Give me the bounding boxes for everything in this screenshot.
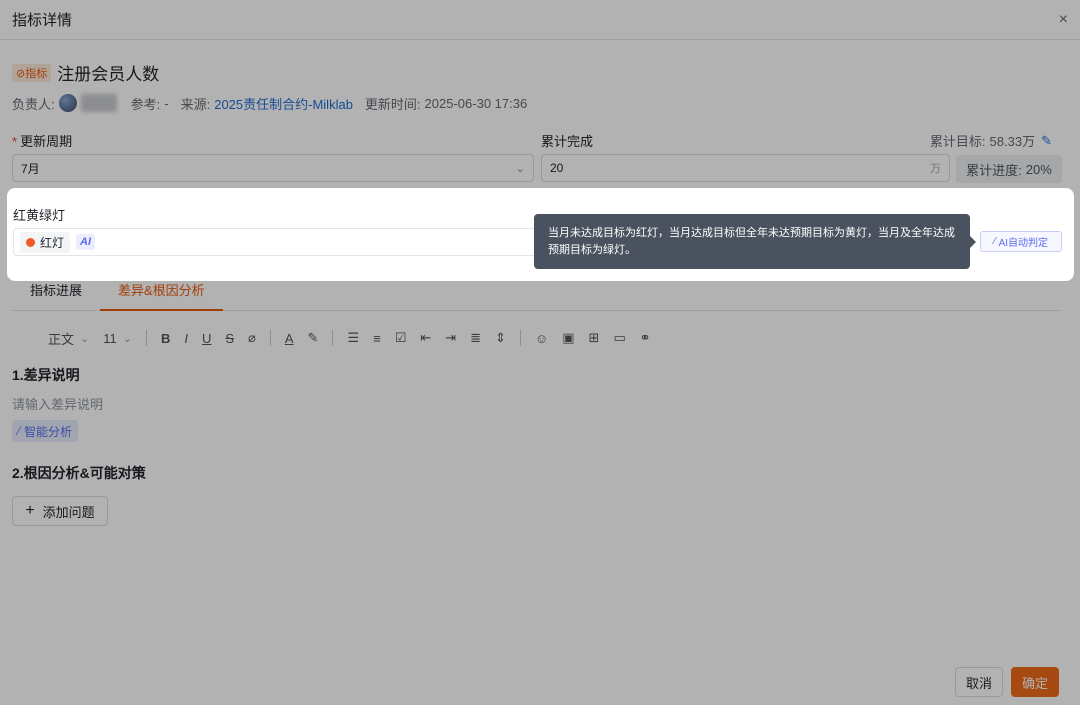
- align-icon[interactable]: ≣: [470, 330, 481, 346]
- tab-bar: 指标进展 差异&根因分析: [12, 281, 1062, 311]
- diff-input[interactable]: 请输入差异说明: [12, 394, 103, 413]
- red-dot-icon: [26, 237, 35, 247]
- progress-label: 累计进度:: [966, 162, 1022, 178]
- cumulative-target: 累计目标: 58.33万 ✎: [930, 131, 1052, 150]
- checkbox-icon[interactable]: ☑: [395, 330, 407, 346]
- chevron-down-icon: ⌄: [122, 332, 132, 345]
- toolbar-divider: [332, 330, 334, 346]
- source-label: 来源:: [180, 96, 211, 112]
- line-height-icon[interactable]: ⇕: [495, 330, 506, 346]
- reference-value: -: [164, 95, 169, 111]
- cumulative-progress: 累计进度: 20%: [956, 155, 1062, 183]
- cumulative-input[interactable]: 20 万: [541, 154, 950, 182]
- text-style-select[interactable]: 正文: [48, 329, 74, 348]
- toolbar-divider: [145, 330, 147, 346]
- folder-icon[interactable]: ▭: [613, 330, 625, 346]
- period-select[interactable]: 7月 ⌄: [12, 154, 534, 182]
- font-color-icon[interactable]: A: [285, 331, 294, 346]
- required-mark: *: [12, 134, 18, 149]
- metric-meta-row: 负责人: 参考: - 来源: 2025责任制合约-Milklab 更新时间: 2…: [12, 93, 527, 113]
- add-question-button[interactable]: + 添加问题: [12, 496, 108, 526]
- clear-format-icon[interactable]: ⌀: [248, 330, 256, 346]
- status-label: 红灯: [40, 235, 65, 250]
- bullet-list-icon[interactable]: ☰: [347, 330, 359, 346]
- strikethrough-icon[interactable]: S: [225, 331, 234, 346]
- period-label: 更新周期: [20, 134, 73, 149]
- owner-label: 负责人:: [12, 96, 55, 112]
- outdent-icon[interactable]: ⇤: [420, 330, 431, 346]
- bold-icon[interactable]: B: [161, 331, 170, 346]
- metric-title-row: ⊘指标 注册会员人数: [12, 60, 159, 85]
- target-value: 58.33万: [989, 134, 1036, 149]
- updated-label: 更新时间:: [364, 96, 421, 112]
- traffic-light-field[interactable]: 红灯 AI: [13, 228, 543, 256]
- toolbar-divider: [519, 330, 521, 346]
- traffic-light-section: 红黄绿灯 红灯 AI 当月未达成目标为红灯，当月达成目标但全年未达预期目标为黄灯…: [7, 188, 1074, 281]
- emoji-icon[interactable]: ☺: [535, 331, 548, 346]
- dialog-header: 指标详情 ×: [0, 0, 1080, 40]
- tab-progress[interactable]: 指标进展: [12, 281, 100, 311]
- metric-tag: ⊘指标: [12, 63, 52, 82]
- highlight-icon[interactable]: ✎: [308, 330, 319, 346]
- italic-icon[interactable]: I: [184, 331, 188, 346]
- updated-value: 2025-06-30 17:36: [424, 95, 528, 111]
- owner-name-blurred: [80, 94, 117, 112]
- cancel-button[interactable]: 取消: [955, 667, 1003, 697]
- close-icon[interactable]: ×: [1059, 11, 1068, 29]
- chevron-down-icon: ⌄: [80, 332, 90, 345]
- smart-analysis-label: 智能分析: [24, 424, 73, 439]
- reference-label: 参考:: [130, 96, 161, 112]
- period-label-wrap: * 更新周期: [12, 131, 72, 150]
- numbered-list-icon[interactable]: ≡: [373, 331, 381, 346]
- smart-analysis-button[interactable]: ⁄ 智能分析: [12, 420, 79, 442]
- edit-icon[interactable]: ✎: [1041, 133, 1052, 149]
- cumulative-unit: 万: [930, 163, 941, 175]
- avatar: [58, 94, 77, 112]
- traffic-light-tooltip: 当月未达成目标为红灯，当月达成目标但全年未达预期目标为黄灯，当月及全年达成预期目…: [534, 214, 976, 269]
- cumulative-label: 累计完成: [541, 134, 594, 149]
- ai-auto-judge-label: AI自动判定: [998, 238, 1049, 249]
- dialog-title: 指标详情: [12, 12, 73, 29]
- source-link[interactable]: 2025责任制合约-Milklab: [214, 94, 353, 113]
- confirm-button[interactable]: 确定: [1011, 667, 1059, 697]
- progress-value: 20%: [1025, 161, 1052, 177]
- editor-toolbar: 正文 ⌄ 11 ⌄ B I U S ⌀ A ✎ ☰ ≡ ☑ ⇤ ⇥ ≣ ⇕ ☺ …: [36, 328, 665, 348]
- status-badge[interactable]: 红灯: [20, 231, 71, 253]
- font-size-select[interactable]: 11: [103, 331, 117, 346]
- underline-icon[interactable]: U: [202, 331, 211, 346]
- traffic-light-title: 红黄绿灯: [13, 208, 66, 223]
- metric-name: 注册会员人数: [57, 65, 160, 84]
- period-value: 7月: [21, 161, 40, 176]
- indent-icon[interactable]: ⇥: [445, 330, 456, 346]
- diff-section-title: 1.差异说明: [12, 367, 80, 383]
- target-label: 累计目标:: [929, 134, 986, 149]
- root-section-title: 2.根因分析&可能对策: [12, 465, 146, 481]
- magic-wand-icon: ⁄: [993, 236, 996, 247]
- image-icon[interactable]: ▣: [562, 330, 574, 346]
- add-question-label: 添加问题: [42, 504, 95, 520]
- cumulative-value: 20: [550, 161, 564, 175]
- toolbar-divider: [269, 330, 271, 346]
- chevron-down-icon: ⌄: [515, 162, 525, 175]
- ai-auto-judge-button[interactable]: ⁄ AI自动判定: [980, 231, 1062, 252]
- tab-diff-analysis[interactable]: 差异&根因分析: [100, 281, 223, 311]
- plus-icon: +: [25, 502, 35, 519]
- magic-wand-icon: ⁄: [18, 424, 21, 438]
- link-icon[interactable]: ⚭: [640, 330, 651, 346]
- ai-badge: AI: [76, 234, 96, 250]
- table-icon[interactable]: ⊞: [589, 330, 600, 346]
